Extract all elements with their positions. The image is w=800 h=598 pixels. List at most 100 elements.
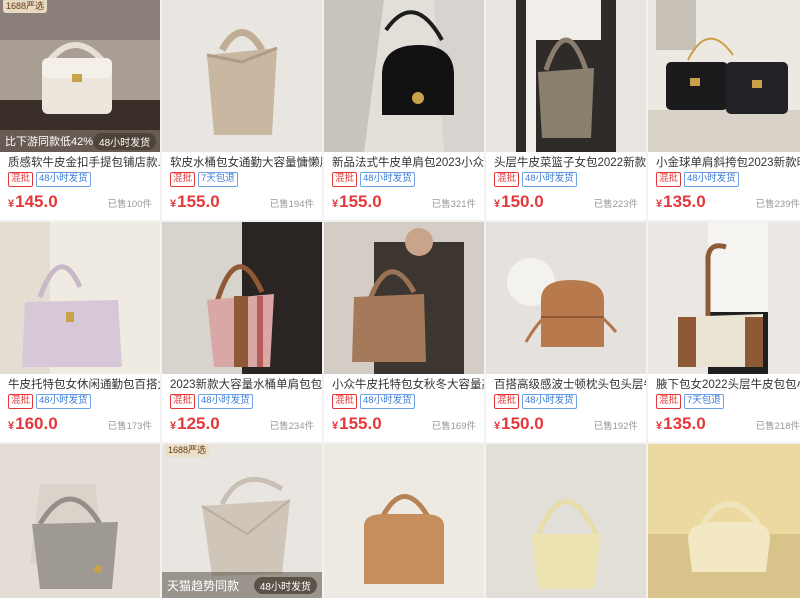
product-image[interactable] <box>648 222 800 374</box>
tag-shipping: 48小时发货 <box>522 394 577 409</box>
tags: 混批 48小时发货 <box>486 172 646 187</box>
tag-shipping: 48小时发货 <box>684 172 739 187</box>
tags: 混批 48小时发货 <box>0 172 160 187</box>
product-title[interactable]: 头层牛皮菜篮子女包2022新款... <box>486 155 646 171</box>
tags: 混批 48小时发货 <box>486 394 646 409</box>
tag-mixed-wholesale: 混批 <box>332 172 358 187</box>
tag-shipping: 48小时发货 <box>360 172 415 187</box>
product-image[interactable] <box>0 444 160 598</box>
price-line: ¥ 150.0 已售223件 <box>486 192 646 212</box>
product-card[interactable]: 软皮水桶包女通勤大容量慵懒风... 混批 7天包退 ¥ 155.0 已售194件 <box>162 0 322 220</box>
product-image[interactable] <box>486 0 646 152</box>
currency-symbol: ¥ <box>332 420 339 432</box>
tags: 混批 48小时发货 <box>648 172 800 187</box>
price-line: ¥ 150.0 已售192件 <box>486 414 646 434</box>
price-line: ¥ 160.0 已售173件 <box>0 414 160 434</box>
product-image[interactable] <box>324 0 484 152</box>
sold-count: 已售321件 <box>431 199 476 210</box>
price: 135.0 <box>663 192 706 211</box>
tag-mixed-wholesale: 混批 <box>494 172 520 187</box>
product-image[interactable] <box>486 444 646 598</box>
product-card[interactable]: 1688严选 比下游同款低42% 48小时发货 质感软牛皮金扣手提包铺店款...… <box>0 0 160 220</box>
product-grid: 1688严选 比下游同款低42% 48小时发货 质感软牛皮金扣手提包铺店款...… <box>0 0 800 598</box>
currency-symbol: ¥ <box>656 198 663 210</box>
product-image[interactable] <box>324 444 484 598</box>
price-line: ¥ 145.0 已售100件 <box>0 192 160 212</box>
product-image[interactable]: 1688严选 天猫趋势同款 48小时发货 <box>162 444 322 598</box>
tag-shipping: 48小时发货 <box>360 394 415 409</box>
price: 125.0 <box>177 414 220 433</box>
product-image[interactable]: 1688严选 比下游同款低42% 48小时发货 <box>0 0 160 152</box>
currency-symbol: ¥ <box>656 420 663 432</box>
product-title[interactable]: 质感软牛皮金扣手提包铺店款... <box>0 155 160 171</box>
promo-pill: 48小时发货 <box>93 132 157 150</box>
product-image[interactable] <box>162 222 322 374</box>
product-image[interactable] <box>0 222 160 374</box>
tag-shipping: 48小时发货 <box>36 172 91 187</box>
product-title[interactable]: 百搭高级感波士顿枕头包头层牛... <box>486 377 646 393</box>
product-title[interactable]: 软皮水桶包女通勤大容量慵懒风... <box>162 155 322 171</box>
product-card[interactable] <box>0 444 160 598</box>
currency-symbol: ¥ <box>8 198 15 210</box>
sold-count: 已售194件 <box>269 199 314 210</box>
product-title[interactable]: 小众牛皮托特包女秋冬大容量高... <box>324 377 484 393</box>
price: 155.0 <box>339 414 382 433</box>
price-line: ¥ 155.0 已售194件 <box>162 192 322 212</box>
product-card[interactable] <box>324 444 484 598</box>
tag-returns: 7天包退 <box>198 172 238 187</box>
badge-1688: 1688严选 <box>165 444 210 457</box>
product-title[interactable]: 2023新款大容量水桶单肩包包... <box>162 377 322 393</box>
tag-mixed-wholesale: 混批 <box>170 172 196 187</box>
product-title[interactable]: 腋下包女2022头层牛皮包包小... <box>648 377 800 393</box>
product-image[interactable] <box>324 222 484 374</box>
tag-mixed-wholesale: 混批 <box>494 394 520 409</box>
product-card[interactable]: 小众牛皮托特包女秋冬大容量高... 混批 48小时发货 ¥ 155.0 已售16… <box>324 222 484 442</box>
currency-symbol: ¥ <box>332 198 339 210</box>
tag-mixed-wholesale: 混批 <box>170 394 196 409</box>
product-card[interactable]: 小金球单肩斜挎包2023新款时... 混批 48小时发货 ¥ 135.0 已售2… <box>648 0 800 220</box>
product-title[interactable]: 小金球单肩斜挎包2023新款时... <box>648 155 800 171</box>
sold-count: 已售218件 <box>755 421 800 432</box>
product-title[interactable]: 牛皮托特包女休闲通勤包百搭大... <box>0 377 160 393</box>
product-card[interactable]: 腋下包女2022头层牛皮包包小... 混批 7天包退 ¥ 135.0 已售218… <box>648 222 800 442</box>
sold-count: 已售100件 <box>107 199 152 210</box>
tag-mixed-wholesale: 混批 <box>332 394 358 409</box>
tag-mixed-wholesale: 混批 <box>656 172 682 187</box>
tag-shipping: 48小时发货 <box>522 172 577 187</box>
currency-symbol: ¥ <box>494 420 501 432</box>
tags: 混批 7天包退 <box>162 172 322 187</box>
price-line: ¥ 135.0 已售239件 <box>648 192 800 212</box>
product-image[interactable] <box>648 0 800 152</box>
price-line: ¥ 125.0 已售234件 <box>162 414 322 434</box>
tag-mixed-wholesale: 混批 <box>8 394 34 409</box>
price: 160.0 <box>15 414 58 433</box>
product-image[interactable] <box>486 222 646 374</box>
promo-bar: 天猫趋势同款 48小时发货 <box>162 572 322 598</box>
price: 150.0 <box>501 414 544 433</box>
product-card[interactable] <box>648 444 800 598</box>
tag-shipping: 48小时发货 <box>36 394 91 409</box>
sold-count: 已售169件 <box>431 421 476 432</box>
product-image[interactable] <box>648 444 800 598</box>
product-card[interactable]: 头层牛皮菜篮子女包2022新款... 混批 48小时发货 ¥ 150.0 已售2… <box>486 0 646 220</box>
sold-count: 已售192件 <box>593 421 638 432</box>
tags: 混批 48小时发货 <box>324 172 484 187</box>
product-image[interactable] <box>162 0 322 152</box>
price: 155.0 <box>339 192 382 211</box>
product-card[interactable]: 2023新款大容量水桶单肩包包... 混批 48小时发货 ¥ 125.0 已售2… <box>162 222 322 442</box>
sold-count: 已售223件 <box>593 199 638 210</box>
product-card[interactable] <box>486 444 646 598</box>
product-card[interactable]: 新品法式牛皮单肩包2023小众... 混批 48小时发货 ¥ 155.0 已售3… <box>324 0 484 220</box>
price-line: ¥ 155.0 已售169件 <box>324 414 484 434</box>
tag-shipping: 48小时发货 <box>198 394 253 409</box>
product-card[interactable]: 牛皮托特包女休闲通勤包百搭大... 混批 48小时发货 ¥ 160.0 已售17… <box>0 222 160 442</box>
product-title[interactable]: 新品法式牛皮单肩包2023小众... <box>324 155 484 171</box>
currency-symbol: ¥ <box>170 420 177 432</box>
product-card[interactable]: 1688严选 天猫趋势同款 48小时发货 <box>162 444 322 598</box>
price: 145.0 <box>15 192 58 211</box>
currency-symbol: ¥ <box>494 198 501 210</box>
tags: 混批 48小时发货 <box>324 394 484 409</box>
promo-pill: 48小时发货 <box>253 576 317 594</box>
product-card[interactable]: 百搭高级感波士顿枕头包头层牛... 混批 48小时发货 ¥ 150.0 已售19… <box>486 222 646 442</box>
price-line: ¥ 155.0 已售321件 <box>324 192 484 212</box>
